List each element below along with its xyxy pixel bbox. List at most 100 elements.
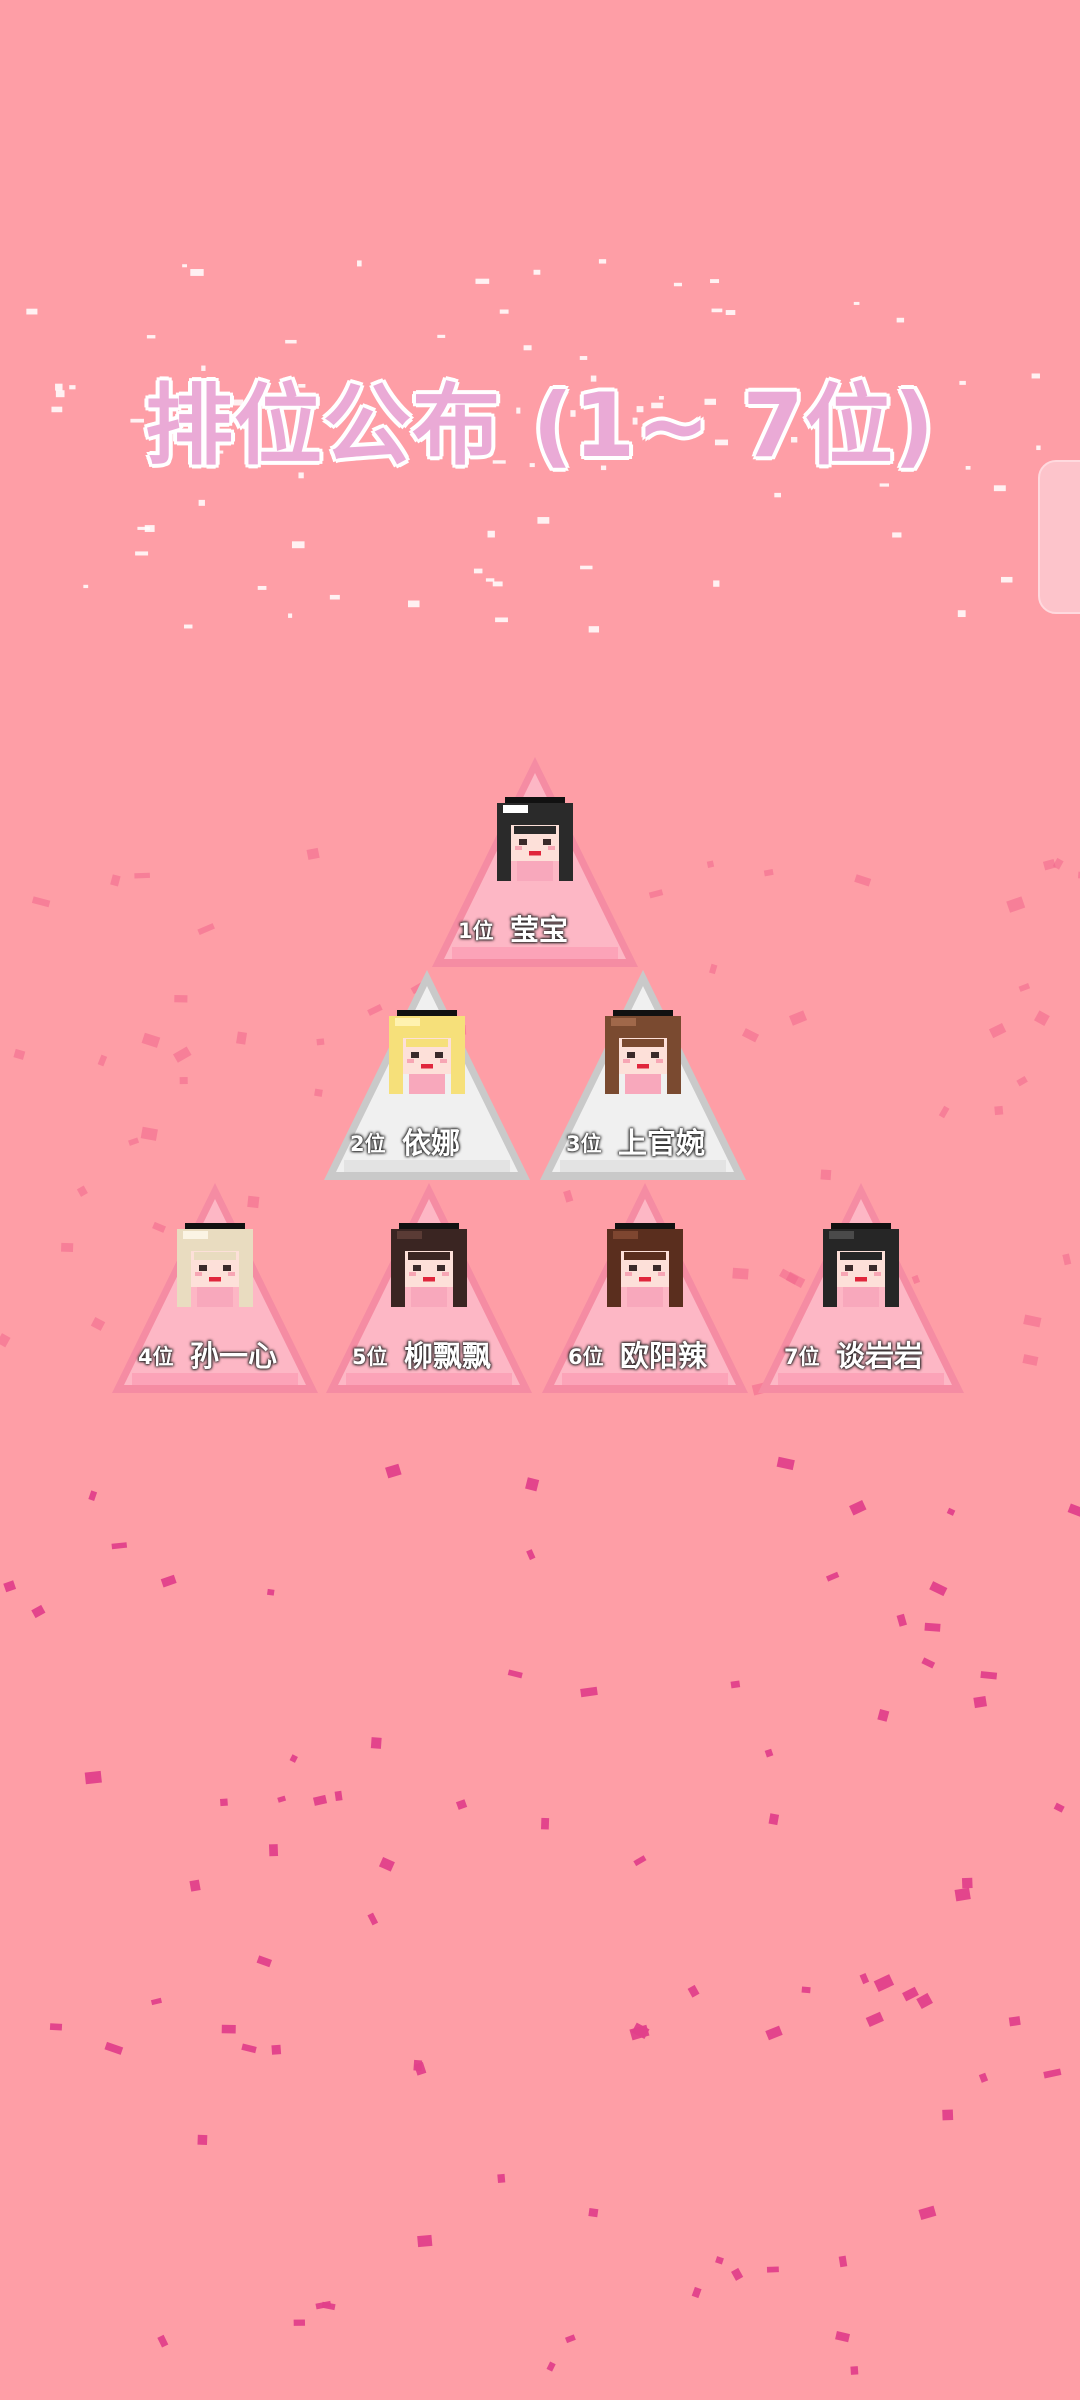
- confetti-piece: [993, 485, 1006, 492]
- confetti-piece: [978, 2072, 989, 2083]
- side-handle[interactable]: [1038, 460, 1080, 614]
- confetti-piece: [473, 568, 483, 574]
- confetti-piece: [1042, 859, 1056, 871]
- confetti-piece: [173, 1046, 192, 1063]
- confetti-piece: [219, 1798, 228, 1807]
- confetti-piece: [277, 1795, 287, 1803]
- confetti-piece: [236, 1031, 248, 1045]
- confetti-piece: [973, 1695, 987, 1709]
- confetti-piece: [378, 1856, 395, 1872]
- confetti-piece: [90, 1317, 106, 1331]
- confetti-piece: [174, 994, 188, 1003]
- confetti-piece: [865, 2011, 884, 2028]
- rank-label: 4位: [138, 1345, 174, 1369]
- avatar: [823, 1223, 899, 1307]
- rank-item-5[interactable]: 5位 柳飘飘: [326, 1183, 532, 1393]
- confetti-piece: [293, 2319, 306, 2326]
- confetti-piece: [764, 1748, 774, 1758]
- confetti-piece: [853, 301, 860, 305]
- confetti-piece: [633, 1855, 647, 1867]
- confetti-piece: [150, 1997, 163, 2006]
- confetti-piece: [711, 308, 723, 313]
- confetti-piece: [76, 1185, 88, 1197]
- confetti-piece: [88, 1490, 98, 1501]
- rank-item-6[interactable]: 6位 欧阳辣: [542, 1183, 748, 1393]
- confetti-piece: [1016, 1076, 1028, 1087]
- confetti-piece: [84, 1770, 102, 1785]
- confetti-piece: [266, 1588, 275, 1596]
- confetti-piece: [820, 1169, 832, 1181]
- name-label: 欧阳辣: [620, 1339, 708, 1373]
- confetti-piece: [306, 847, 320, 860]
- confetti-piece: [110, 874, 121, 887]
- confetti-piece: [916, 1992, 933, 2010]
- rank-label: 2位: [350, 1132, 386, 1156]
- confetti-piece: [854, 874, 872, 887]
- rank-item-3[interactable]: 3位 上官婉: [540, 970, 746, 1180]
- avatar: [389, 1010, 465, 1094]
- page-title: 排位公布 (1~ 7位): [145, 374, 935, 477]
- confetti-piece: [146, 335, 156, 339]
- rank-item-2[interactable]: 2位 依娜: [324, 970, 530, 1180]
- rank-label: 5位: [352, 1345, 388, 1369]
- confetti-piece: [825, 1571, 840, 1582]
- rank-item-1[interactable]: 1位 莹宝: [432, 757, 638, 967]
- confetti-piece: [49, 2023, 63, 2031]
- confetti-piece: [495, 617, 508, 623]
- confetti-piece: [765, 2025, 783, 2041]
- confetti-piece: [691, 2286, 702, 2299]
- confetti-piece: [896, 317, 905, 323]
- confetti-piece: [314, 1088, 323, 1097]
- rank-item-7[interactable]: 7位 谈岩岩: [758, 1183, 964, 1393]
- confetti-piece: [492, 581, 503, 587]
- confetti-piece: [879, 483, 890, 487]
- confetti-piece: [580, 1686, 598, 1698]
- confetti-piece: [731, 2267, 744, 2281]
- confetti-piece: [367, 1912, 379, 1926]
- confetti-piece: [31, 896, 51, 908]
- confetti-piece: [189, 1879, 201, 1892]
- name-label: 莹宝: [510, 913, 569, 947]
- name-label: 上官婉: [618, 1126, 706, 1160]
- confetti-piece: [437, 334, 446, 338]
- confetti-piece: [564, 2334, 576, 2344]
- rank-label: 3位: [566, 1132, 602, 1156]
- confetti-piece: [385, 1463, 402, 1479]
- name-label: 谈岩岩: [836, 1339, 924, 1373]
- confetti-piece: [526, 1549, 536, 1561]
- name-label: 柳飘飘: [404, 1339, 492, 1373]
- confetti-piece: [140, 1126, 158, 1141]
- confetti-piece: [877, 1709, 890, 1722]
- confetti-piece: [179, 1077, 188, 1085]
- confetti-piece: [487, 530, 495, 538]
- confetti-piece: [763, 869, 774, 877]
- confetti-piece: [938, 1105, 950, 1119]
- confetti-piece: [921, 1657, 936, 1669]
- confetti-piece: [725, 310, 736, 315]
- confetti-piece: [198, 499, 205, 506]
- confetti-piece: [1062, 1253, 1072, 1266]
- confetti-piece: [197, 2134, 208, 2146]
- rank-item-4[interactable]: 4位 孙一心: [112, 1183, 318, 1393]
- confetti-piece: [288, 613, 293, 618]
- confetti-piece: [523, 345, 532, 351]
- confetti-piece: [1053, 1802, 1065, 1813]
- confetti-piece: [31, 1604, 46, 1619]
- confetti-piece: [598, 259, 607, 264]
- name-label: 依娜: [402, 1126, 461, 1160]
- confetti-piece: [774, 492, 781, 498]
- confetti-piece: [499, 309, 509, 314]
- confetti-piece: [1006, 896, 1026, 913]
- confetti-piece: [241, 2043, 257, 2054]
- confetti-piece: [673, 282, 682, 287]
- confetti-piece: [291, 541, 305, 549]
- confetti-piece: [918, 2205, 937, 2220]
- confetti-piece: [850, 2366, 859, 2375]
- rank-label: 7位: [784, 1345, 820, 1369]
- confetti-piece: [312, 1794, 328, 1806]
- confetti-piece: [1018, 983, 1031, 992]
- confetti-piece: [184, 624, 193, 629]
- confetti-piece: [713, 580, 720, 587]
- confetti-piece: [533, 269, 541, 275]
- confetti-piece: [892, 532, 902, 538]
